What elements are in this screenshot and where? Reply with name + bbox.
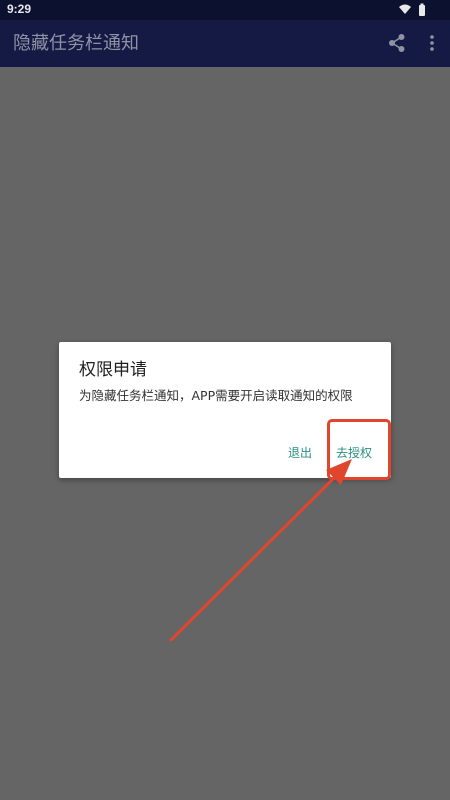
share-button[interactable] [386, 32, 408, 54]
highlight-box [327, 419, 391, 480]
more-options-button[interactable] [422, 32, 442, 54]
status-bar: 9:29 [0, 0, 450, 20]
screen: 9:29 隐藏任务栏通知 权限申请 为隐藏任务栏通知，APP需要开启读取通知的权… [0, 0, 450, 800]
dialog-message: 为隐藏任务栏通知，APP需要开启读取通知的权限 [79, 388, 353, 403]
dialog-title: 权限申请 [79, 360, 147, 380]
status-icons [398, 3, 428, 17]
status-time: 9:29 [7, 2, 32, 16]
exit-button[interactable]: 退出 [288, 445, 312, 461]
app-bar: 隐藏任务栏通知 [0, 20, 450, 67]
share-icon [389, 34, 405, 52]
more-vert-icon [430, 35, 434, 51]
battery-icon [419, 3, 425, 16]
app-title: 隐藏任务栏通知 [13, 33, 139, 54]
wifi-icon [399, 4, 411, 14]
